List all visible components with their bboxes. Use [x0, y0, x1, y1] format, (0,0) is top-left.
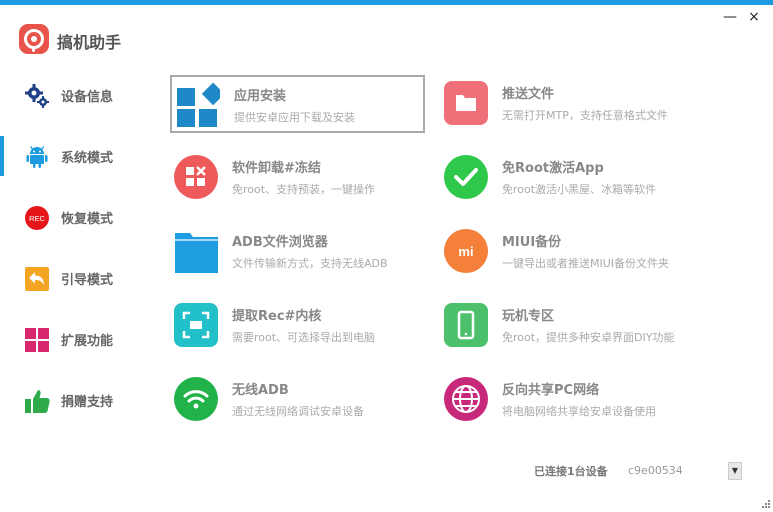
reply-arrow-icon — [24, 266, 50, 292]
device-select[interactable]: c9e00534 ▼ — [622, 460, 744, 482]
tile-play-zone[interactable]: 玩机专区 免root，提供多种安卓界面DIY功能 — [440, 297, 695, 355]
thumbs-up-icon — [24, 388, 50, 414]
device-select-value: c9e00534 — [628, 464, 683, 477]
grid-icon — [24, 327, 50, 353]
connection-status: 已连接1台设备 — [534, 465, 608, 478]
sidebar-item-device-info[interactable]: 设备信息 — [0, 75, 150, 115]
tile-title: ADB文件浏览器 — [232, 235, 328, 250]
tile-title: 反向共享PC网络 — [502, 383, 600, 398]
uninstall-icon — [174, 155, 218, 199]
tile-description: 无需打开MTP，支持任意格式文件 — [502, 109, 668, 122]
window-top-accent-bar — [0, 0, 773, 5]
resize-grip-icon[interactable] — [760, 493, 770, 508]
tile-description: 提供安卓应用下载及安装 — [234, 111, 355, 124]
tile-wireless-adb[interactable]: 无线ADB 通过无线网络调试安卓设备 — [170, 371, 425, 429]
tile-extract-rec-kernel[interactable]: 提取Rec#内核 需要root、可选择导出到电脑 — [170, 297, 425, 355]
globe-icon — [444, 377, 488, 421]
android-icon — [24, 144, 50, 170]
sidebar-item-donate[interactable]: 捐赠支持 — [0, 380, 150, 420]
tile-description: 文件传输新方式，支持无线ADB — [232, 257, 388, 270]
app-logo-icon — [19, 24, 49, 54]
app-title: 搞机助手 — [57, 33, 122, 52]
sidebar-item-system-mode[interactable]: 系统模式 — [0, 136, 150, 176]
tile-root-free-activate[interactable]: 免Root激活App 免root激活小黑屋、冰箱等软件 — [440, 149, 695, 207]
tile-app-install[interactable]: 应用安装 提供安卓应用下载及安装 — [170, 75, 425, 133]
sidebar-item-label: 扩展功能 — [61, 334, 114, 349]
tile-adb-file-browser[interactable]: ADB文件浏览器 文件传输新方式，支持无线ADB — [170, 223, 425, 281]
tile-description: 免root激活小黑屋、冰箱等软件 — [502, 183, 657, 196]
tile-title: 免Root激活App — [502, 161, 604, 176]
tile-reverse-tethering[interactable]: 反向共享PC网络 将电脑网络共享给安卓设备使用 — [440, 371, 695, 429]
tile-description: 通过无线网络调试安卓设备 — [232, 405, 364, 418]
active-indicator — [0, 136, 4, 176]
tile-title: 应用安装 — [234, 89, 287, 104]
sidebar-item-bootloader-mode[interactable]: 引导模式 — [0, 258, 150, 298]
sidebar-item-label: 设备信息 — [61, 90, 114, 105]
tile-title: 推送文件 — [502, 87, 555, 102]
tile-uninstall-freeze[interactable]: 软件卸载#冻结 免root、支持预装，一键操作 — [170, 149, 425, 207]
svg-text:REC: REC — [29, 214, 45, 223]
tile-title: 提取Rec#内核 — [232, 309, 322, 324]
extract-icon — [174, 303, 218, 347]
sidebar-item-label: 捐赠支持 — [61, 395, 114, 410]
adb-folder-icon — [174, 229, 218, 273]
close-button[interactable]: × — [746, 9, 762, 25]
folder-icon — [444, 81, 488, 125]
sidebar-item-recovery-mode[interactable]: REC 恢复模式 — [0, 197, 150, 237]
tile-description: 免root，提供多种安卓界面DIY功能 — [502, 331, 675, 344]
apps-install-icon — [176, 83, 220, 127]
tile-title: 玩机专区 — [502, 309, 555, 324]
tile-description: 一键导出或者推送MIUI备份文件夹 — [502, 257, 670, 270]
chevron-down-icon[interactable]: ▼ — [728, 462, 742, 480]
gears-icon — [24, 83, 50, 109]
tile-title: MIUI备份 — [502, 235, 562, 250]
tile-description: 需要root、可选择导出到电脑 — [232, 331, 376, 344]
mi-icon: mi — [444, 229, 488, 273]
sidebar-item-extensions[interactable]: 扩展功能 — [0, 319, 150, 359]
wifi-icon — [174, 377, 218, 421]
sidebar-item-label: 系统模式 — [61, 151, 114, 166]
tile-miui-backup[interactable]: mi MIUI备份 一键导出或者推送MIUI备份文件夹 — [440, 223, 695, 281]
tile-title: 软件卸载#冻结 — [232, 161, 321, 176]
phone-icon — [444, 303, 488, 347]
check-icon — [444, 155, 488, 199]
rec-icon: REC — [24, 205, 50, 231]
svg-text:mi: mi — [458, 244, 473, 259]
sidebar-item-label: 引导模式 — [61, 273, 114, 288]
tile-description: 将电脑网络共享给安卓设备使用 — [502, 405, 656, 418]
tile-description: 免root、支持预装，一键操作 — [232, 183, 376, 196]
minimize-button[interactable]: — — [722, 9, 738, 25]
sidebar-item-label: 恢复模式 — [61, 212, 114, 227]
tile-push-files[interactable]: 推送文件 无需打开MTP，支持任意格式文件 — [440, 75, 695, 133]
tile-title: 无线ADB — [232, 383, 289, 398]
